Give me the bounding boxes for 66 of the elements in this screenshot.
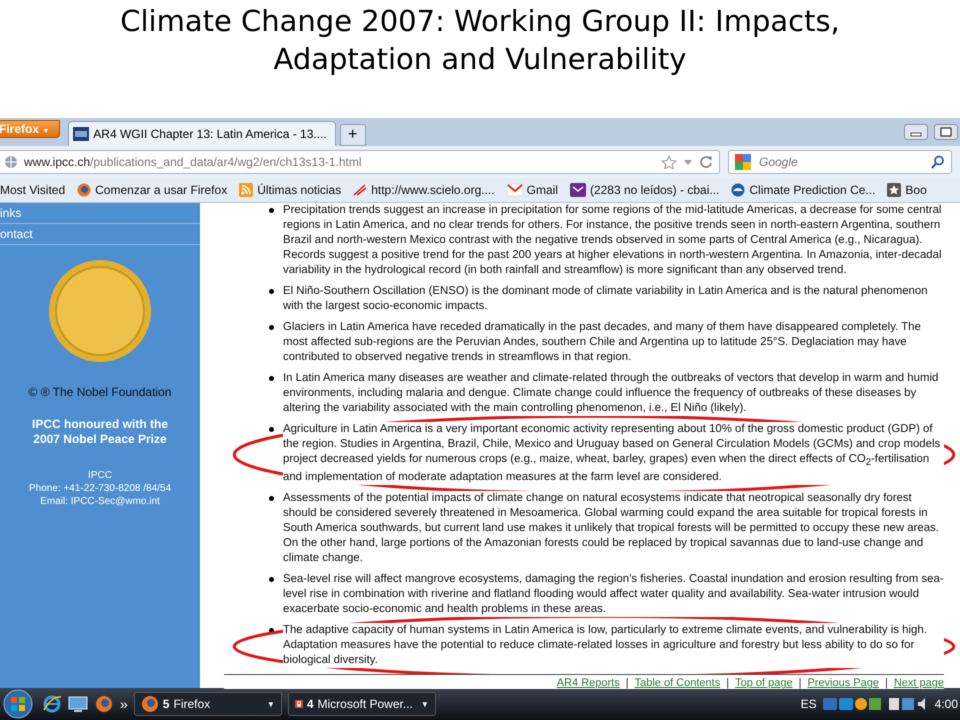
overflow-button[interactable]: » (120, 696, 128, 712)
ie-icon[interactable] (42, 694, 62, 714)
separator-text: | (884, 677, 888, 690)
browser-tab[interactable]: AR4 WGII Chapter 13: Latin America - 13.... (68, 121, 336, 146)
search-bar[interactable]: Google (728, 150, 952, 174)
bullet-icon (269, 289, 274, 294)
reload-icon[interactable] (699, 155, 713, 169)
slide-title: Adaptation and Vulnerability (274, 41, 686, 78)
bookmark-item[interactable]: Boo (887, 183, 927, 197)
restore-icon[interactable] (934, 124, 958, 140)
globe-icon (140, 695, 159, 713)
taskbar-button[interactable]: 4 Microsoft Power... ▼ (288, 692, 436, 716)
bullet-icon (269, 427, 274, 432)
taskbar-button[interactable]: 5 Firefox ▼ (134, 692, 282, 716)
bullet-icon (269, 325, 274, 330)
desktop-icon[interactable] (68, 695, 88, 713)
separator-text: | (626, 677, 629, 690)
separator-text: | (726, 677, 730, 690)
bookmark-item[interactable]: http://www.scielo.org.... (353, 183, 495, 197)
globe-icon (4, 155, 18, 169)
bullet-icon (269, 628, 274, 634)
envelope-icon (506, 184, 523, 196)
slide-title: Climate Change 2007: Working Group II: Impacts, (120, 3, 840, 40)
contact-text: IPCC (87, 469, 113, 482)
search-icon[interactable] (931, 155, 945, 169)
language-indicator[interactable]: ES (800, 697, 817, 711)
mail-icon (570, 183, 586, 197)
bookmark-item[interactable]: Últimas noticias (239, 183, 342, 197)
firefox-icon[interactable] (94, 694, 114, 714)
site-icon (73, 127, 90, 141)
new-tab-button[interactable]: + (340, 124, 366, 146)
footer-link[interactable]: Top of page (735, 677, 793, 690)
bookmark-item[interactable]: Gmail (506, 183, 558, 197)
bullet-paragraph: Sea-level rise will affect mangrove ecosystems, damaging the region’s fisheries. Coastal inundation and erosion resulting from sea-level rise in combination with riverine and flatland flooding would affect water quality and availability. Sea-water intrusion would exacerbate socio-economic and health problems in these areas. (283, 572, 944, 618)
bookmark-item[interactable]: Comenzar a usar Firefox (77, 183, 228, 197)
clock-text: 4:00 (934, 697, 958, 711)
contact-text: Email: IPCC-Sec@wmo.int (39, 495, 161, 508)
footer-link[interactable]: Previous Page (807, 677, 879, 690)
bookmark-item[interactable]: (2283 no leídos) - cbai... (570, 183, 720, 197)
bookmark-item[interactable]: Climate Prediction Ce... (731, 183, 876, 197)
footer-link[interactable]: AR4 Reports (556, 677, 620, 690)
bullet-icon (269, 376, 274, 381)
award-text: 2007 Nobel Peace Prize (32, 432, 168, 447)
star-icon (887, 183, 902, 197)
slash-icon (353, 183, 368, 197)
footer-link[interactable]: Table of Contents (634, 677, 720, 690)
footer-link[interactable]: Next page (894, 677, 944, 690)
copyright-text: © ® The Nobel Foundation (28, 385, 172, 399)
tray-icons[interactable] (822, 695, 883, 713)
contact-text: Phone: +41-22-730-8208 /84/54 (28, 482, 172, 495)
bullet-icon (269, 208, 274, 213)
minimize-icon[interactable] (904, 124, 928, 140)
google-icon (735, 154, 753, 170)
star-icon[interactable] (661, 155, 677, 169)
feed-icon (239, 183, 254, 197)
bullet-paragraph: Precipitation trends suggest an increase in precipitation for some regions of the mid-latitude Americas, a decrease for some central regions in Latin America, and no clear trends for others. For instance, the positive trends seen in north-eastern Argentina, southern Brazil and north-western Mexico contrast with the negative trends observed in some parts of Central America (e.g., Nicaragua). Records suggest a positive trend for the past 200 years at higher elevations in north-western Argentina. In Amazonia, inter-decadal variability in the hydrological record (in both rainfall and streamflow) is more significant than any observed trend. (283, 203, 944, 278)
bullet-icon (269, 577, 274, 582)
bullet-icon (269, 496, 274, 502)
globe-icon (77, 183, 92, 197)
bullet-paragraph: Agriculture in Latin America is a very important economic activity representing about 10% of the gross domestic product (GDP) of the region. Studies in Argentina, Brazil, Chile, Mexico and Uruguay based on General Circulation Models (GCMs) and crop models project decreased yields for numerous crops (e.g., maize, wheat, barley, grapes) even when the direct effects of CO$_{2}$-fertilisation and implementation of moderate adaptation measures at the farm level are considered. (283, 422, 944, 486)
award-text: IPCC honoured with the (32, 417, 168, 432)
address-bar[interactable]: www.ipcc.ch/publications_and_data/ar4/wg2/en/ch13s13-1.html (0, 150, 720, 174)
bookmark-item[interactable]: Most Visited (0, 183, 66, 197)
dropdown-icon[interactable] (683, 157, 693, 167)
separator-text: | (798, 677, 802, 690)
bullet-paragraph: The adaptive capacity of human systems in Latin America is low, particularly to extreme climate events, and vulnerability is high. Adaptation measures have the potential to reduce climate-related losses in agriculture and forestry but less ability to do so for biological diversity. (283, 623, 944, 668)
